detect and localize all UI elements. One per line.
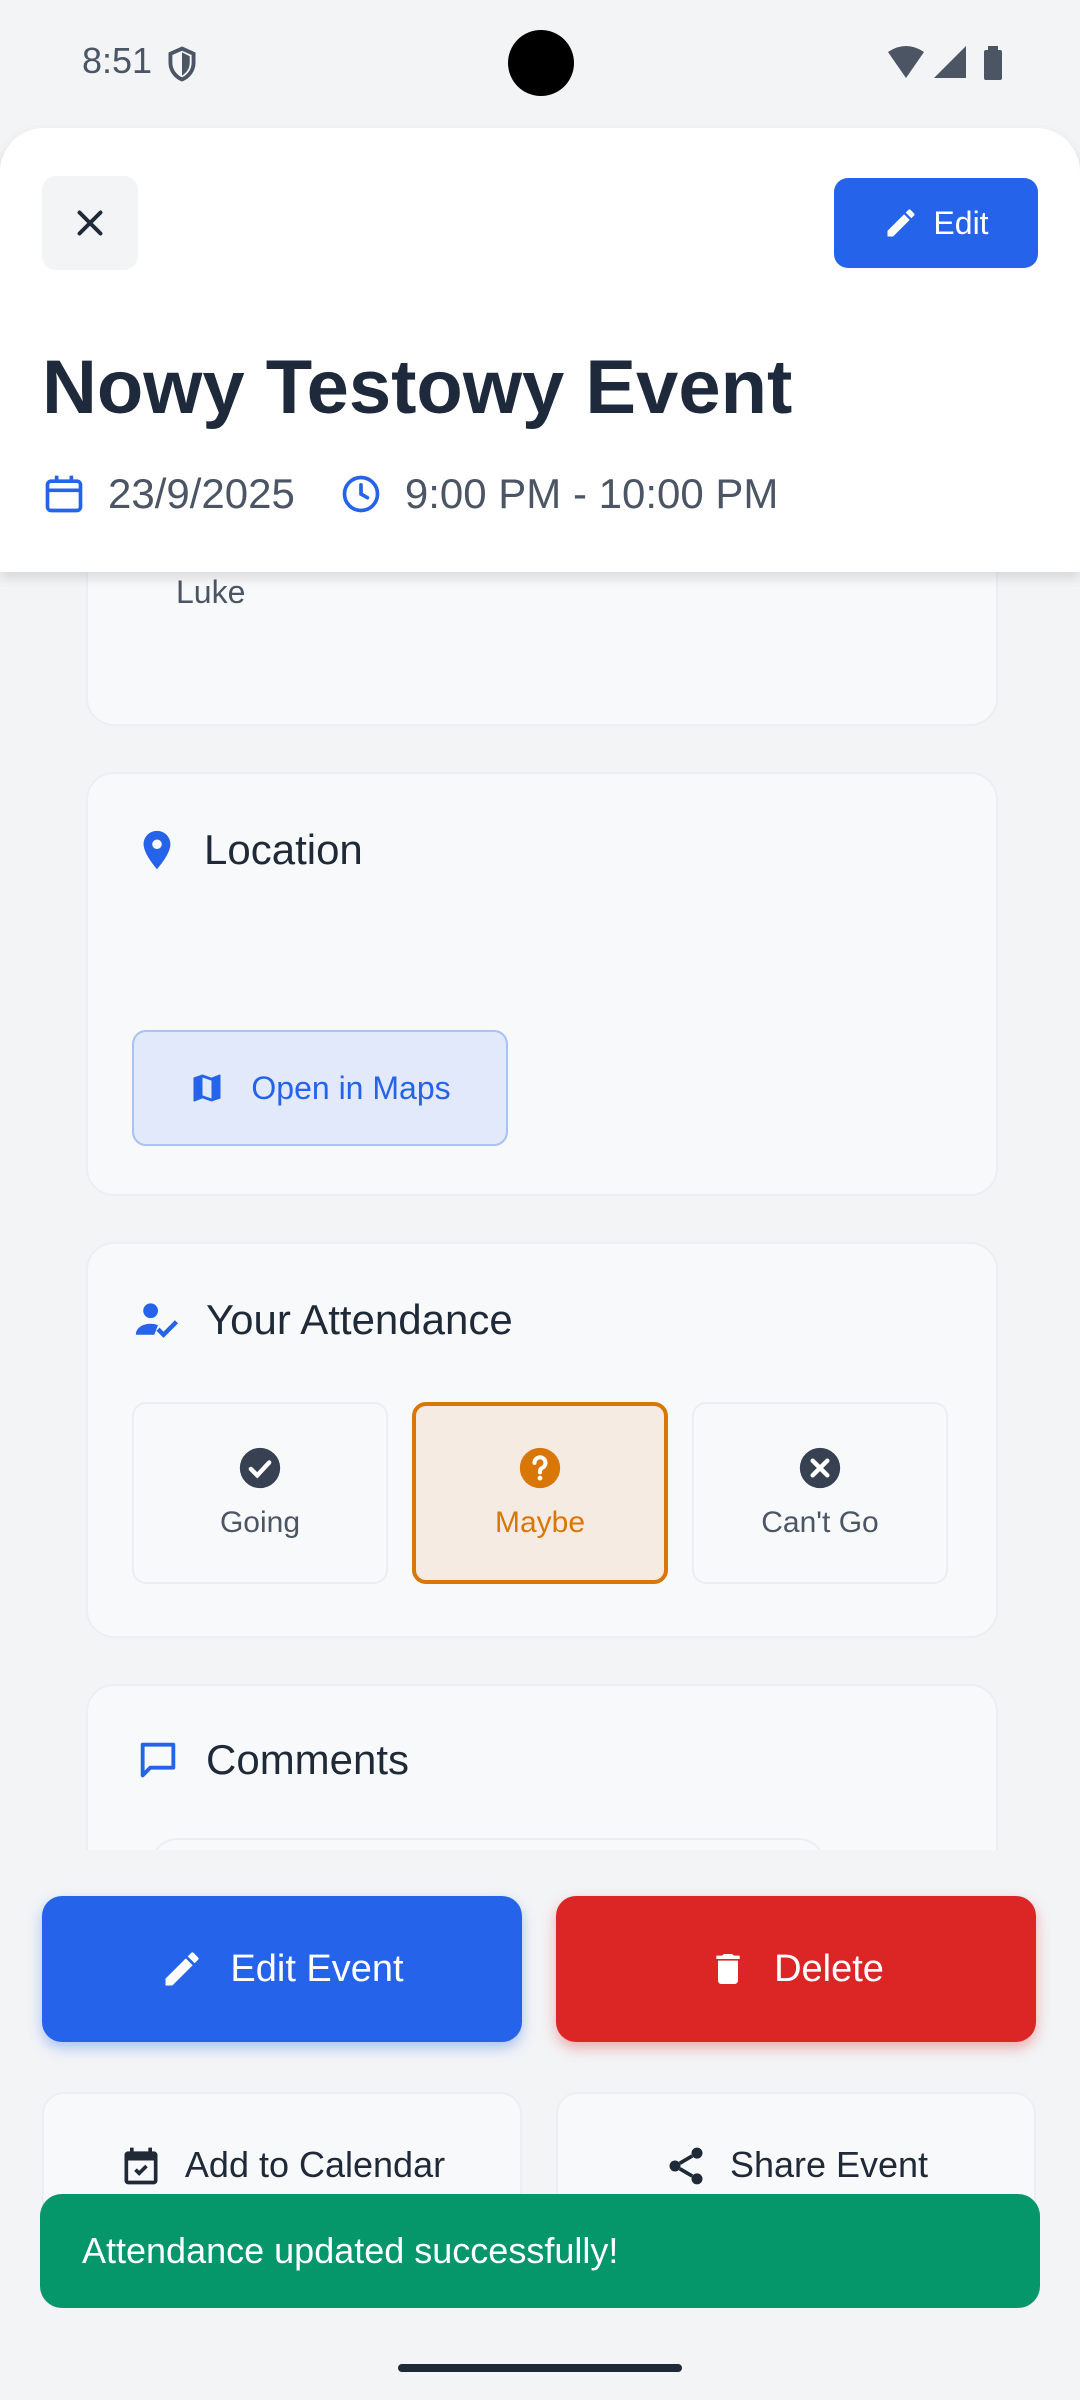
- add-to-calendar-label: Add to Calendar: [184, 2144, 446, 2185]
- trash-icon: [716, 1954, 740, 1984]
- share-event-label: Share Event: [729, 2144, 929, 2185]
- front-camera: [508, 30, 574, 96]
- organizer-name: Luke: [176, 574, 246, 610]
- toast-message: Attendance updated successfully!: [40, 2194, 1040, 2308]
- close-icon: [77, 210, 103, 236]
- event-date: 23/9/2025: [42, 470, 295, 518]
- calendar-icon: [45, 475, 83, 513]
- edit-button-label: Edit: [933, 204, 989, 241]
- location-title: Location: [204, 826, 363, 873]
- edit-event-label: Edit Event: [230, 1947, 404, 1990]
- shield-icon: [168, 46, 196, 82]
- attendance-going-label: Going: [219, 1506, 301, 1539]
- delete-button[interactable]: Delete: [556, 1896, 1036, 2042]
- attendance-maybe-label: Maybe: [494, 1506, 586, 1539]
- attendance-title: Your Attendance: [206, 1296, 513, 1343]
- signal-icon: [934, 46, 966, 78]
- clock-icon: [342, 475, 380, 513]
- home-indicator[interactable]: [398, 2364, 682, 2372]
- wifi-icon: [888, 46, 924, 78]
- user-check-icon: [135, 1303, 179, 1338]
- toast-text: Attendance updated successfully!: [82, 2230, 619, 2271]
- delete-label: Delete: [774, 1947, 884, 1990]
- event-meta: 23/9/2025 9:00 PM - 10:00 PM: [42, 468, 822, 520]
- calendar-icon: [124, 2147, 158, 2185]
- x-circle-icon: [799, 1447, 841, 1489]
- map-pin-icon: [143, 830, 171, 870]
- event-time-text: 9:00 PM - 10:00 PM: [404, 470, 779, 517]
- battery-icon: [984, 50, 1002, 80]
- close-button[interactable]: [42, 176, 138, 270]
- pencil-icon: [887, 209, 915, 237]
- map-icon: [193, 1074, 221, 1102]
- edit-event-button[interactable]: Edit Event: [42, 1896, 522, 2042]
- status-time: 8:51: [82, 40, 153, 81]
- location-header: Location: [134, 820, 363, 880]
- edit-button[interactable]: Edit: [834, 178, 1038, 268]
- attendance-header: Your Attendance: [134, 1290, 513, 1350]
- attendance-cant-go-option[interactable]: Can't Go: [692, 1402, 948, 1584]
- attendance-maybe-option[interactable]: Maybe: [412, 1402, 668, 1584]
- event-title: Nowy Testowy Event: [42, 345, 793, 430]
- share-icon: [669, 2147, 703, 2185]
- comments-title: Comments: [206, 1736, 410, 1783]
- chat-icon: [140, 1742, 176, 1778]
- event-date-text: 23/9/2025: [108, 470, 295, 517]
- status-icons: [888, 46, 1002, 80]
- open-in-maps-label: Open in Maps: [251, 1069, 451, 1106]
- attendance-going-option[interactable]: Going: [132, 1402, 388, 1584]
- comments-header: Comments: [134, 1730, 409, 1790]
- attendance-cant-go-label: Can't Go: [761, 1506, 879, 1539]
- open-in-maps-button[interactable]: Open in Maps: [132, 1030, 508, 1146]
- help-circle-icon: [519, 1447, 561, 1489]
- event-time: 9:00 PM - 10:00 PM: [339, 470, 779, 518]
- pencil-icon: [165, 1952, 199, 1986]
- check-circle-icon: [239, 1447, 281, 1489]
